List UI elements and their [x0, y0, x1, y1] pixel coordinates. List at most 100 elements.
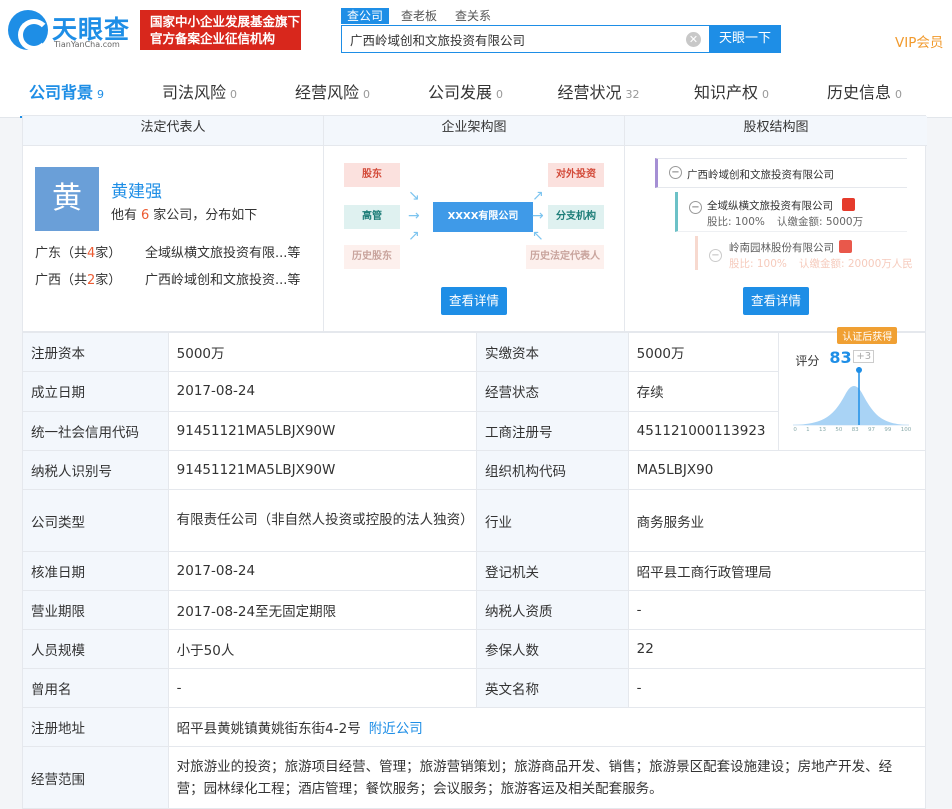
legal-rep-summary: 他有 6 家公司，分布如下 — [111, 204, 257, 223]
tick-label: 99 — [884, 427, 892, 433]
site-logo[interactable]: 天眼查 TianYanCha.com — [8, 8, 136, 54]
legal-rep-card: 法定代表人 黄 黄建强 他有 6 家公司，分布如下 广东（共4家） 全域纵横文旅投资… — [23, 116, 324, 331]
tab-operation-status[interactable]: 经营状况 32 — [532, 68, 665, 117]
score-marker-dot — [856, 367, 863, 373]
province-row: 广东（共4家） — [35, 242, 121, 261]
taxpayer-id-label: 纳税人识别号 — [22, 450, 169, 490]
table-row: 营业期限 2017-08-24至无固定期限 纳税人资质 - — [22, 590, 927, 630]
legal-rep-heading: 法定代表人 — [23, 116, 323, 146]
arrow-icon: → — [408, 208, 420, 224]
tab-company-development[interactable]: 公司发展 0 — [399, 68, 532, 117]
legal-rep-name[interactable]: 黄建强 — [111, 177, 162, 202]
tick-label: 100 — [900, 427, 912, 433]
banner-line1: 国家中小企业发展基金旗下 — [150, 14, 301, 29]
amount-text: 认缴金额: 5000万 — [777, 216, 864, 228]
biz-reg-label: 工商注册号 — [476, 410, 629, 452]
tab-judicial-risk[interactable]: 司法风险 0 — [133, 68, 266, 117]
address-cell: 昭平县黄姚镇黄姚街东街4-2号 附近公司 — [167, 707, 927, 747]
org-code-value: MA5LBJX90 — [627, 450, 927, 490]
table-row: 注册地址 昭平县黄姚镇黄姚街东街4-2号 附近公司 — [22, 707, 927, 747]
tab-label: 公司发展 — [427, 83, 492, 102]
clear-icon[interactable]: ✕ — [686, 32, 701, 47]
insured-count-value: 22 — [627, 629, 927, 669]
tab-count: 9 — [97, 88, 104, 101]
banner-line2: 官方备案企业征信机构 — [150, 31, 276, 46]
business-term-label: 营业期限 — [22, 590, 169, 630]
tab-count: 0 — [762, 88, 769, 101]
section-nav: 公司背景 9 司法风险 0 经营风险 0 公司发展 0 经营状况 32 知识产权 0 历史信… — [0, 68, 952, 118]
search-button[interactable]: 天眼一下 — [709, 25, 781, 53]
tab-history[interactable]: 历史信息 0 — [798, 68, 931, 117]
tab-label: 司法风险 — [161, 83, 226, 102]
node-branches: 分支机构 — [548, 205, 604, 229]
equity-grandchild-name[interactable]: 岭南园林股份有限公司 — [729, 240, 834, 255]
tick-label: 0 — [793, 427, 797, 433]
tab-business-risk[interactable]: 经营风险 0 — [266, 68, 399, 117]
node-history-legal-rep: 历史法定代表人 — [526, 245, 604, 269]
node-history-shareholder: 历史股东 — [344, 245, 400, 269]
arrow-icon: ↖ — [532, 228, 544, 244]
view-equity-button[interactable]: 查看详情 — [743, 287, 809, 315]
province-suffix: 家） — [95, 273, 122, 288]
tab-search-boss[interactable]: 查老板 — [401, 8, 437, 24]
collapse-icon[interactable]: − — [669, 166, 682, 179]
equity-grandchild-amount: 认缴金额: 20000万人民 — [799, 258, 913, 270]
tick-label: 97 — [868, 427, 876, 433]
search-input[interactable] — [342, 26, 672, 52]
view-structure-button[interactable]: 查看详情 — [441, 287, 507, 315]
node-company-center: XXXX有限公司 — [433, 202, 533, 232]
score-widget[interactable]: 认证后获得 评分 83 +3 0 1 13 50 83 97 99 100 — [779, 327, 925, 450]
vip-link[interactable]: VIP会员 — [895, 31, 943, 51]
equity-child-amount: 认缴金额: 5000万 — [777, 214, 863, 229]
risk-icon — [839, 240, 852, 253]
search-box: ✕ — [341, 25, 709, 53]
tab-count: 0 — [496, 88, 503, 101]
reg-capital-label: 注册资本 — [22, 331, 169, 373]
business-scope-label: 经营范围 — [22, 746, 169, 809]
business-scope-value: 对旅游业的投资；旅游项目经营、管理；旅游营销策划；旅游商品开发、销售；旅游景区配… — [167, 746, 927, 809]
taxpayer-id-value: 91451121MA5LBJX90W — [167, 450, 478, 490]
paid-capital-value: 5000万 — [627, 331, 780, 373]
tab-search-company[interactable]: 查公司 — [341, 8, 390, 24]
insured-count-label: 参保人数 — [476, 629, 629, 669]
node-executive: 高管 — [344, 205, 400, 229]
tab-intellectual-property[interactable]: 知识产权 0 — [665, 68, 798, 117]
tick-label: 50 — [835, 427, 843, 433]
equity-root-name[interactable]: 广西岭域创和文旅投资有限公司 — [687, 167, 834, 182]
avatar[interactable]: 黄 — [35, 167, 99, 231]
search-type-tabs: 查公司 查老板 查关系 — [341, 8, 509, 24]
summary-suffix: 家公司，分布如下 — [153, 208, 258, 223]
address-value: 昭平县黄姚镇黄姚街东街4-2号 — [176, 721, 361, 737]
reg-capital-value: 5000万 — [167, 331, 478, 373]
score-ticks: 0 1 13 50 83 97 99 100 — [793, 427, 911, 433]
business-term-value: 2017-08-24至无固定期限 — [167, 590, 478, 630]
authority-value: 昭平县工商行政管理局 — [627, 551, 927, 591]
arrow-icon: → — [532, 208, 544, 224]
company-count: 6 — [141, 208, 150, 223]
status-label: 经营状态 — [476, 371, 629, 412]
structure-heading: 企业架构图 — [324, 116, 624, 146]
structure-card: 企业架构图 股东 高管 历史股东 XXXX有限公司 对外投资 分支机构 历史法定… — [324, 116, 625, 331]
province-company-link[interactable]: 全域纵横文旅投资有限...等 — [145, 242, 300, 261]
credit-code-label: 统一社会信用代码 — [22, 410, 169, 452]
arrow-icon: ↘ — [408, 188, 420, 204]
tick-label: 83 — [851, 427, 859, 433]
score-value: 83 — [829, 348, 852, 367]
score-distribution-chart — [793, 367, 910, 426]
ratio-text: 股比: 100% — [707, 216, 765, 228]
equity-child-name[interactable]: 全域纵横文旅投资有限公司 — [707, 198, 833, 213]
company-type-value: 有限责任公司（非自然人投资或控股的法人独资） — [167, 489, 478, 552]
nearby-companies-link[interactable]: 附近公司 — [369, 721, 423, 737]
province-company-link[interactable]: 广西岭域创和文旅投资...等 — [145, 269, 300, 288]
table-row: 公司类型 有限责任公司（非自然人投资或控股的法人独资） 行业 商务服务业 — [22, 489, 927, 552]
tab-company-background[interactable]: 公司背景 9 — [0, 68, 133, 118]
staff-size-label: 人员规模 — [22, 629, 169, 669]
founded-label: 成立日期 — [22, 371, 169, 412]
company-info-table: 注册资本 5000万 实缴资本 5000万 认证后获得 评分 83 +3 011… — [22, 327, 927, 809]
collapse-icon[interactable]: − — [689, 201, 702, 214]
collapse-icon[interactable]: − — [709, 249, 722, 262]
tab-search-relation[interactable]: 查关系 — [455, 8, 491, 24]
org-code-label: 组织机构代码 — [476, 450, 629, 490]
table-row: 注册资本 5000万 实缴资本 5000万 认证后获得 评分 83 +3 011… — [22, 327, 926, 451]
official-banner[interactable]: 国家中小企业发展基金旗下 官方备案企业征信机构 — [140, 10, 301, 50]
